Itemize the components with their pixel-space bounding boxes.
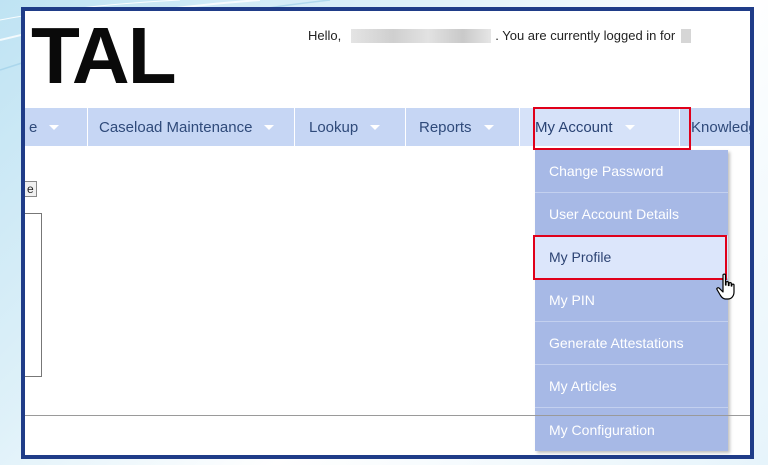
nav-item-knowledge[interactable]: Knowledg [680, 108, 754, 146]
main-navbar: e Caseload Maintenance Lookup Reports My… [25, 108, 754, 146]
menu-item-label: My PIN [549, 292, 595, 308]
menu-item-generate-attestations[interactable]: Generate Attestations [535, 322, 728, 365]
menu-item-my-articles[interactable]: My Articles [535, 365, 728, 408]
greeting-bar: Hello, . You are currently logged in for [308, 28, 692, 43]
caret-down-icon [624, 124, 635, 130]
menu-item-my-pin[interactable]: My PIN [535, 279, 728, 322]
caret-down-icon [370, 124, 381, 130]
nav-item-partial[interactable]: e [25, 108, 88, 146]
nav-item-lookup[interactable]: Lookup [295, 108, 406, 146]
app-screenshot-frame: TAL Hello, . You are currently logged in… [21, 7, 754, 459]
redacted-account [681, 28, 692, 43]
nav-item-label: e [29, 118, 38, 136]
redacted-username [351, 28, 492, 43]
my-account-dropdown: Change Password User Account Details My … [535, 150, 728, 451]
nav-item-label: Caseload Maintenance [99, 118, 253, 136]
menu-item-change-password[interactable]: Change Password [535, 150, 728, 193]
nav-item-label: My Account [535, 118, 613, 136]
nav-item-my-account[interactable]: My Account [520, 108, 680, 146]
caret-down-icon [49, 124, 60, 130]
nav-item-caseload-maintenance[interactable]: Caseload Maintenance [88, 108, 295, 146]
nav-item-label: Lookup [309, 118, 359, 136]
menu-item-label: User Account Details [549, 206, 679, 222]
greeting-prefix: Hello, [308, 28, 342, 43]
menu-item-user-account-details[interactable]: User Account Details [535, 193, 728, 236]
menu-item-label: My Articles [549, 378, 617, 394]
partial-text-area[interactable] [25, 213, 42, 377]
nav-item-label: Reports [419, 118, 472, 136]
nav-item-label: Knowledg [691, 118, 754, 136]
partial-button[interactable]: e [25, 181, 37, 197]
content-divider [25, 415, 750, 416]
caret-down-icon [264, 124, 275, 130]
greeting-suffix: . You are currently logged in for [495, 28, 676, 43]
menu-item-label: My Profile [549, 249, 612, 265]
caret-down-icon [483, 124, 494, 130]
nav-item-reports[interactable]: Reports [406, 108, 520, 146]
app-logo: TAL [31, 11, 177, 100]
menu-item-label: My Configuration [549, 421, 655, 438]
menu-item-my-profile[interactable]: My Profile [535, 236, 728, 279]
hand-pointer-icon [716, 273, 735, 300]
menu-item-label: Change Password [549, 163, 664, 179]
menu-item-label: Generate Attestations [549, 335, 684, 351]
